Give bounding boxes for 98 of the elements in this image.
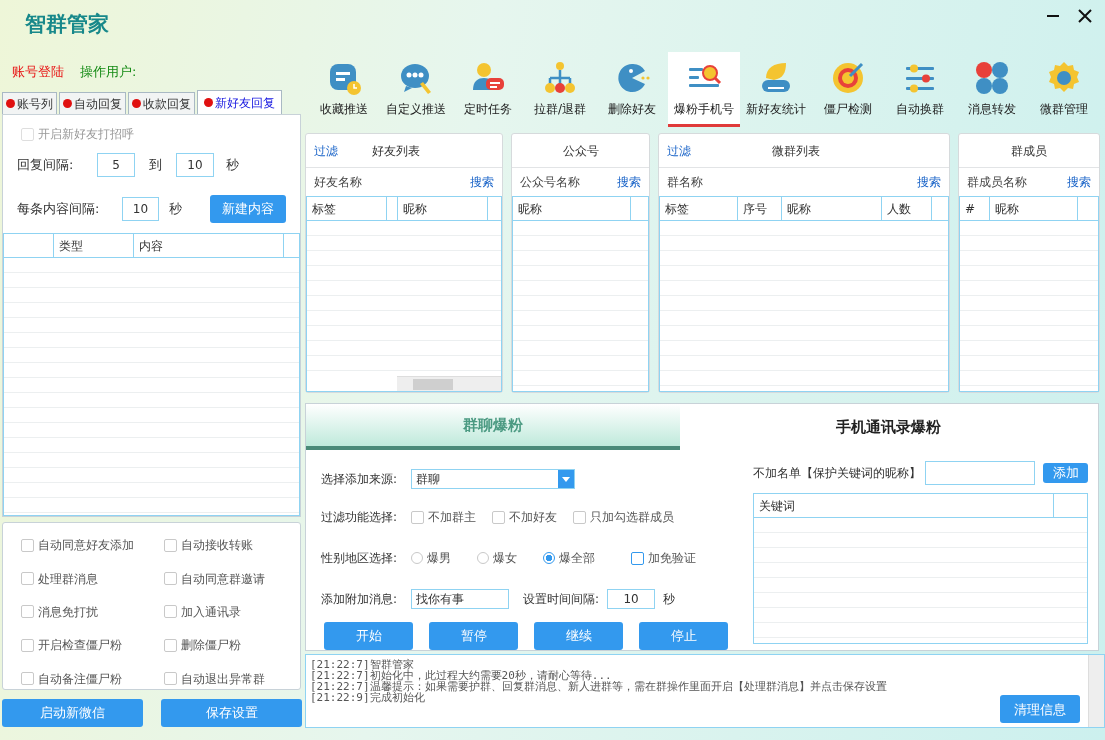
tab[interactable]: 自动回复	[59, 92, 126, 114]
checkbox-label: 只加勾选群成员	[590, 509, 674, 526]
log-line: [21:22:7]初始化中，此过程大约需要20秒，请耐心等待...	[310, 670, 612, 681]
field-label: 群成员名称	[967, 174, 1027, 191]
hierarchy-icon	[542, 60, 578, 96]
checkbox-label: 加入通讯录	[181, 604, 241, 621]
text-field[interactable]: 找你有事	[411, 589, 509, 609]
field-label: 设置时间间隔:	[523, 591, 600, 608]
field-label: 公众号名称	[520, 174, 580, 191]
field-label: 选择添加来源:	[321, 471, 399, 488]
panel-title: 微群列表	[771, 142, 821, 160]
checkbox[interactable]	[573, 510, 586, 524]
panel-title: 公众号	[561, 142, 600, 160]
checkbox[interactable]	[21, 672, 34, 686]
toolbar-button[interactable]: 定时任务	[452, 52, 524, 127]
toolbar-button[interactable]: 自动换群	[884, 52, 956, 127]
app-title: 智群管家	[25, 10, 109, 38]
radio-button[interactable]	[477, 552, 489, 564]
four-dots-icon	[974, 60, 1010, 96]
tab[interactable]: 新好友回复	[197, 90, 282, 114]
checkbox-label: 消息免打扰	[38, 604, 98, 621]
toolbar-button[interactable]: 拉群/退群	[524, 52, 596, 127]
checkbox-label: 开启新好友打招呼	[38, 126, 134, 143]
radio-button[interactable]	[411, 552, 423, 564]
search-link[interactable]: 搜索	[617, 173, 641, 191]
unit-label: 秒	[226, 156, 239, 175]
caret-icon	[562, 476, 570, 482]
search-link[interactable]: 搜索	[1067, 173, 1091, 191]
search-link[interactable]: 搜索	[470, 173, 494, 191]
toolbar-button[interactable]: 收藏推送	[308, 52, 380, 127]
checkbox[interactable]	[492, 510, 505, 524]
dropdown-value: 群聊	[415, 471, 441, 488]
close-icon[interactable]	[1077, 8, 1093, 24]
text-field[interactable]	[925, 461, 1035, 485]
checkbox[interactable]	[21, 572, 34, 586]
checkbox-label: 自动接收转账	[181, 537, 253, 555]
radio-label: 爆全部	[559, 550, 595, 567]
number-field[interactable]: 5	[97, 153, 135, 177]
checkbox[interactable]	[164, 672, 177, 686]
checkbox[interactable]	[411, 510, 424, 524]
dropdown[interactable]: 群聊	[411, 469, 575, 489]
toolbar-button[interactable]: 爆粉手机号	[668, 52, 740, 127]
checkbox[interactable]	[631, 551, 644, 565]
checkbox-label: 自动同意好友添加	[38, 537, 134, 555]
checkbox-label: 自动同意群邀请	[181, 570, 265, 588]
filter-link[interactable]: 过滤	[667, 141, 691, 160]
checkbox[interactable]	[164, 605, 177, 619]
toolbar-button[interactable]: 僵尸检测	[812, 52, 884, 127]
field-label: 过滤功能选择:	[321, 509, 399, 526]
radio-button[interactable]	[543, 552, 555, 564]
checkbox[interactable]	[164, 638, 177, 652]
checkbox-label: 删除僵尸粉	[181, 637, 241, 655]
checkbox-label: 自动退出异常群	[181, 670, 265, 688]
radio-label: 爆女	[493, 550, 517, 567]
field-label: 回复间隔:	[17, 156, 75, 175]
field-label: 好友名称	[314, 174, 362, 191]
checkbox-label: 不加群主	[428, 509, 476, 526]
log-line: [21:22:9]完成初始化	[310, 692, 425, 703]
log-line: [21:22:7]智群管家	[310, 659, 415, 670]
checkbox[interactable]	[164, 572, 177, 586]
toolbar-button[interactable]: 消息转发	[956, 52, 1028, 127]
tab[interactable]: 收款回复	[128, 92, 195, 114]
radio-label: 爆男	[427, 550, 451, 567]
field-label: 不加名单【保护关键词的昵称】	[753, 465, 921, 482]
number-field[interactable]: 10	[122, 197, 159, 221]
toolbar-button[interactable]: 删除好友	[596, 52, 668, 127]
target-icon	[830, 60, 866, 96]
field-label: 性别地区选择:	[321, 550, 399, 567]
checkbox[interactable]	[164, 538, 177, 552]
horizontal-scrollbar[interactable]	[397, 376, 501, 391]
login-label: 账号登陆	[12, 63, 64, 81]
checkbox[interactable]	[21, 605, 34, 619]
checkbox-label: 不加好友	[509, 509, 557, 526]
field-label: 到	[149, 156, 162, 175]
field-label: 群名称	[667, 174, 703, 191]
checkbox-label: 开启检查僵尸粉	[38, 637, 122, 655]
panel-title: 群成员	[1010, 142, 1048, 160]
search-link[interactable]: 搜索	[917, 173, 941, 191]
checkbox-label: 加免验证	[648, 550, 696, 567]
vertical-scrollbar[interactable]	[1088, 655, 1104, 727]
log-line: [21:22:7]温馨提示：如果需要护群、回复群消息、新人进群等，需在群操作里面开启【处理群消息】并点击保存设置	[310, 681, 888, 692]
field-label: 每条内容间隔:	[17, 200, 101, 219]
number-field[interactable]: 10	[176, 153, 214, 177]
field-label: 添加附加消息:	[321, 591, 399, 608]
tab[interactable]: 账号列	[2, 92, 57, 114]
toolbar-button[interactable]: 新好友统计	[740, 52, 812, 127]
toolbar-button[interactable]: 自定义推送	[380, 52, 452, 127]
checkbox[interactable]	[21, 638, 34, 652]
unit-label: 秒	[168, 200, 182, 219]
operator-label: 操作用户:	[80, 63, 137, 81]
panel-title: 好友列表	[371, 142, 421, 160]
toolbar-button[interactable]: 微群管理	[1028, 52, 1100, 127]
unit-label: 秒	[663, 591, 676, 608]
checkbox-label: 处理群消息	[38, 570, 98, 588]
number-field[interactable]: 10	[607, 589, 656, 609]
checkbox[interactable]	[21, 538, 34, 552]
filter-link[interactable]: 过滤	[314, 141, 338, 160]
checkbox-label: 自动备注僵尸粉	[38, 670, 122, 688]
